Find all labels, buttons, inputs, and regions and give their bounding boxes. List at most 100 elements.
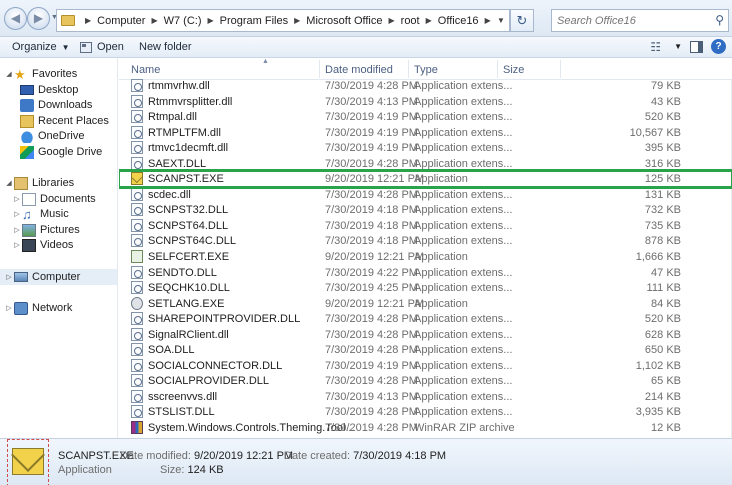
column-header-date[interactable]: Date modified [325,64,393,76]
chevron-right-icon[interactable]: ▶ [208,16,214,25]
chevron-right-icon[interactable]: ▶ [294,16,300,25]
file-name: SOA.DLL [148,344,195,357]
nav-libraries[interactable]: ◢ Libraries [4,175,74,191]
file-row[interactable]: SAEXT.DLL 7/30/2019 4:28 PM Application ex… [119,156,732,172]
help-icon[interactable]: ? [711,39,726,54]
nav-item-videos[interactable]: ▷ Videos [12,237,73,253]
nav-item-music[interactable]: ▷ ♫ Music [12,206,68,222]
chevron-right-icon[interactable]: ▶ [389,16,395,25]
nav-item-onedrive[interactable]: OneDrive [20,128,84,144]
file-row[interactable]: SCNPST64.DLL 7/30/2019 4:18 PM Application… [119,218,732,234]
file-row[interactable]: RTMPLTFM.dll 7/30/2019 4:19 PM Application… [119,125,732,141]
expand-triangle-icon[interactable]: ▷ [4,304,14,312]
file-type: Application extens... [414,344,513,357]
change-view-icon[interactable]: ☷ [650,40,661,54]
dll-icon [131,218,143,232]
file-row[interactable]: sscreenvvs.dll 7/30/2019 4:13 PM Applicati… [119,389,732,405]
dll-icon [131,312,143,326]
file-row[interactable]: SCANPST.EXE 9/20/2019 12:21 PM Application… [119,169,732,189]
preview-pane-icon[interactable] [690,40,703,53]
file-name: RTMPLTFM.dll [148,126,221,139]
file-row[interactable]: SOCIALPROVIDER.DLL 7/30/2019 4:28 PM Appli… [119,373,732,389]
size-label: Size: [160,464,185,476]
nav-item-recent-places[interactable]: Recent Places [20,113,109,129]
file-date-modified: 9/20/2019 12:21 PM [325,251,425,264]
details-file-type: Application [58,464,112,476]
nav-item-documents[interactable]: ▷ Documents [12,191,96,207]
search-box[interactable]: ⚲ [551,9,729,32]
chevron-right-icon[interactable]: ▶ [426,16,432,25]
column-divider[interactable] [319,60,320,78]
downloads-icon [20,98,34,112]
file-row[interactable]: SCNPST64C.DLL 7/30/2019 4:18 PM Applicatio… [119,233,732,249]
nav-item-pictures[interactable]: ▷ Pictures [12,222,80,238]
file-row[interactable]: SETLANG.EXE 9/20/2019 12:21 PM Application… [119,296,732,312]
breadcrumb-office16[interactable]: Office16 [438,15,479,27]
breadcrumb-root[interactable]: root [401,15,420,27]
nav-item-google-drive[interactable]: Google Drive [20,144,102,160]
nav-item-downloads[interactable]: Downloads [20,97,92,113]
column-divider[interactable] [497,60,498,78]
chevron-right-icon[interactable]: ▶ [485,16,491,25]
back-button[interactable]: ◀ [4,7,27,30]
file-size: 735 KB [644,219,681,232]
expand-triangle-icon[interactable]: ▷ [12,241,22,249]
column-header-type[interactable]: Type [414,64,438,76]
column-divider[interactable] [560,60,561,78]
open-button[interactable]: Open [80,41,124,53]
breadcrumb-computer[interactable]: Computer [97,15,145,27]
search-input[interactable] [552,10,702,31]
nav-computer[interactable]: ▷ Computer [0,269,117,285]
chevron-down-icon[interactable]: ▼ [493,16,509,25]
file-row[interactable]: rtmmvrhw.dll 7/30/2019 4:28 PM Application… [119,78,732,94]
expand-triangle-icon[interactable]: ▷ [12,226,22,234]
file-row[interactable]: Rtmmvrsplitter.dll 7/30/2019 4:13 PM Appli… [119,94,732,110]
file-row[interactable]: SOA.DLL 7/30/2019 4:28 PM Application exte… [119,342,732,358]
search-icon[interactable]: ⚲ [715,13,724,27]
column-divider[interactable] [408,60,409,78]
column-header-name[interactable]: Name [131,64,160,76]
collapse-triangle-icon[interactable]: ◢ [4,179,14,187]
file-row[interactable]: System.Windows.Controls.Theming.Tool... 7… [119,420,732,436]
file-list: Name ▲ Date modified Type Size rtmmvrhw.… [119,58,732,438]
nav-item-desktop[interactable]: Desktop [20,82,78,98]
network-icon [14,301,28,315]
chevron-right-icon[interactable]: ▶ [151,16,157,25]
file-row[interactable]: SEQCHK10.DLL 7/30/2019 4:25 PM Application… [119,280,732,296]
file-row[interactable]: SignalRClient.dll 7/30/2019 4:28 PM Applic… [119,327,732,343]
file-row[interactable]: STSLIST.DLL 7/30/2019 4:28 PM Application … [119,404,732,420]
file-row[interactable]: SENDTO.DLL 7/30/2019 4:22 PM Application e… [119,265,732,281]
breadcrumb[interactable]: ▶ Computer ▶ W7 (C:) ▶ Program Files ▶ M… [56,9,510,32]
file-row[interactable]: rtmvc1decmft.dll 7/30/2019 4:19 PM Applica… [119,140,732,156]
new-folder-button[interactable]: New folder [139,41,192,53]
column-header-size[interactable]: Size [503,64,524,76]
chevron-right-icon[interactable]: ▶ [85,16,91,25]
organize-button[interactable]: Organize ▼ [12,41,70,53]
expand-triangle-icon[interactable]: ▷ [12,210,22,218]
forward-button[interactable]: ▶ [27,7,50,30]
expand-triangle-icon[interactable]: ▷ [12,195,22,203]
file-row[interactable]: SHAREPOINTPROVIDER.DLL 7/30/2019 4:28 PM A… [119,311,732,327]
documents-icon [22,192,36,206]
nav-favorites[interactable]: ◢ ★ Favorites [4,66,77,82]
breadcrumb-drive[interactable]: W7 (C:) [164,15,202,27]
file-name: SHAREPOINTPROVIDER.DLL [148,313,301,326]
file-size: 395 KB [644,142,681,155]
file-row[interactable]: scdec.dll 7/30/2019 4:28 PM Application ex… [119,187,732,203]
chevron-down-icon: ▼ [61,42,70,52]
file-row[interactable]: SOCIALCONNECTOR.DLL 7/30/2019 4:19 PM Appl… [119,358,732,374]
chevron-down-icon[interactable]: ▼ [674,42,682,51]
breadcrumb-program-files[interactable]: Program Files [220,15,288,27]
collapse-triangle-icon[interactable]: ◢ [4,70,14,78]
breadcrumb-microsoft-office[interactable]: Microsoft Office [306,15,382,27]
file-row[interactable]: SCNPST32.DLL 7/30/2019 4:18 PM Application… [119,202,732,218]
mail-file-icon [7,439,49,485]
file-row[interactable]: SELFCERT.EXE 9/20/2019 12:21 PM Applicatio… [119,249,732,265]
nav-network[interactable]: ▷ Network [4,300,72,316]
file-row[interactable]: Rtmpal.dll 7/30/2019 4:19 PM Application e… [119,109,732,125]
file-date-modified: 7/30/2019 4:18 PM [325,204,418,217]
file-rows: rtmmvrhw.dll 7/30/2019 4:28 PM Application… [119,78,732,436]
expand-triangle-icon[interactable]: ▷ [4,273,14,281]
file-date-modified: 7/30/2019 4:19 PM [325,111,418,124]
refresh-button[interactable]: ↻ [510,9,534,32]
